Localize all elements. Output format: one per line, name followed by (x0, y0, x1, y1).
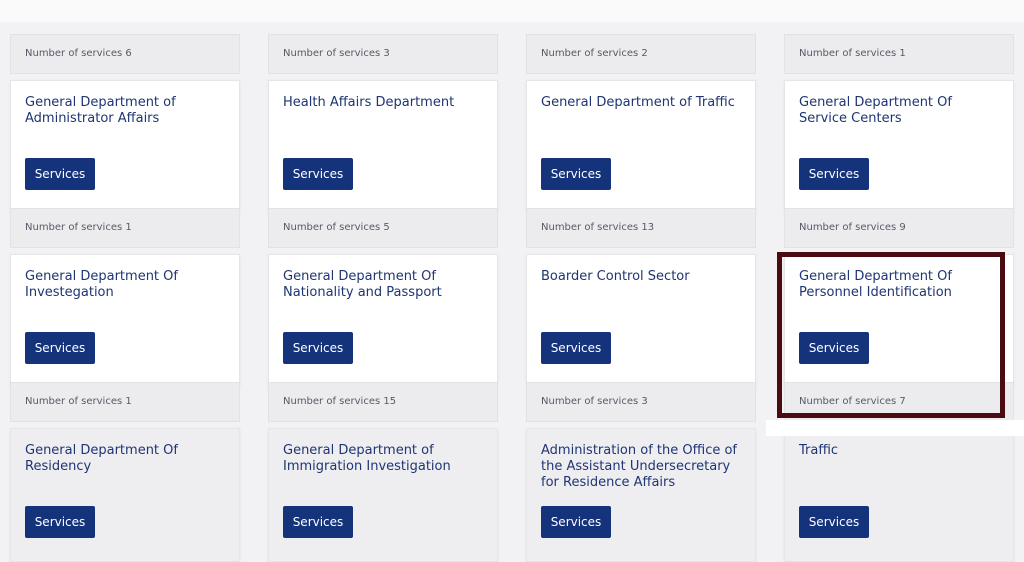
department-card: General Department Of Personnel Identifi… (784, 254, 1014, 388)
department-title[interactable]: General Department of Administrator Affa… (25, 95, 230, 127)
department-card: General Department of Administrator Affa… (10, 80, 240, 214)
service-count-footer: Number of services 2 (526, 34, 756, 74)
department-card: General Department of Traffic Services (526, 80, 756, 214)
services-button[interactable]: Services (541, 332, 611, 364)
services-button[interactable]: Services (799, 506, 869, 538)
department-title[interactable]: Health Affairs Department (283, 95, 488, 111)
department-card: General Department Of Investegation Serv… (10, 254, 240, 388)
service-count-footer: Number of services 5 (268, 208, 498, 248)
service-count-footer: Number of services 7 (784, 382, 1014, 422)
service-count-footer: Number of services 3 (268, 34, 498, 74)
grid-column-2: Number of services 3 Health Affairs Depa… (268, 0, 498, 562)
services-button[interactable]: Services (541, 506, 611, 538)
services-button[interactable]: Services (541, 158, 611, 190)
department-title[interactable]: Traffic (799, 443, 1004, 459)
service-count-footer: Number of services 9 (784, 208, 1014, 248)
department-title[interactable]: General Department Of Investegation (25, 269, 230, 301)
department-card: General Department Of Nationality and Pa… (268, 254, 498, 388)
services-button[interactable]: Services (283, 332, 353, 364)
department-card: Boarder Control Sector Services (526, 254, 756, 388)
department-title[interactable]: Boarder Control Sector (541, 269, 746, 285)
department-card: General Department Of Service Centers Se… (784, 80, 1014, 214)
service-count-footer: Number of services 1 (784, 34, 1014, 74)
grid-column-3: Number of services 2 General Department … (526, 0, 756, 562)
service-count-footer: Number of services 6 (10, 34, 240, 74)
services-button[interactable]: Services (799, 332, 869, 364)
services-button[interactable]: Services (25, 332, 95, 364)
services-button[interactable]: Services (799, 158, 869, 190)
service-count-footer: Number of services 13 (526, 208, 756, 248)
department-title[interactable]: General Department of Traffic (541, 95, 746, 111)
service-count-footer: Number of services 1 (10, 208, 240, 248)
department-card: General Department of Immigration Invest… (268, 428, 498, 562)
department-title[interactable]: General Department Of Nationality and Pa… (283, 269, 488, 301)
service-count-footer: Number of services 3 (526, 382, 756, 422)
grid-column-1: Number of services 6 General Department … (10, 0, 240, 562)
service-count-footer: Number of services 1 (10, 382, 240, 422)
department-title[interactable]: General Department Of Personnel Identifi… (799, 269, 1004, 301)
services-button[interactable]: Services (283, 506, 353, 538)
department-card: Traffic Services (784, 428, 1014, 562)
annotation-smudge (766, 420, 1024, 436)
department-title[interactable]: Administration of the Office of the Assi… (541, 443, 746, 491)
department-card: Administration of the Office of the Assi… (526, 428, 756, 562)
services-button[interactable]: Services (283, 158, 353, 190)
department-title[interactable]: General Department Of Service Centers (799, 95, 1004, 127)
services-button[interactable]: Services (25, 158, 95, 190)
grid-column-4: Number of services 1 General Department … (784, 0, 1014, 562)
department-title[interactable]: General Department of Immigration Invest… (283, 443, 488, 475)
services-button[interactable]: Services (25, 506, 95, 538)
service-count-footer: Number of services 15 (268, 382, 498, 422)
department-grid: Number of services 6 General Department … (0, 0, 1024, 562)
department-card: General Department Of Residency Services (10, 428, 240, 562)
department-card: Health Affairs Department Services (268, 80, 498, 214)
department-title[interactable]: General Department Of Residency (25, 443, 230, 475)
